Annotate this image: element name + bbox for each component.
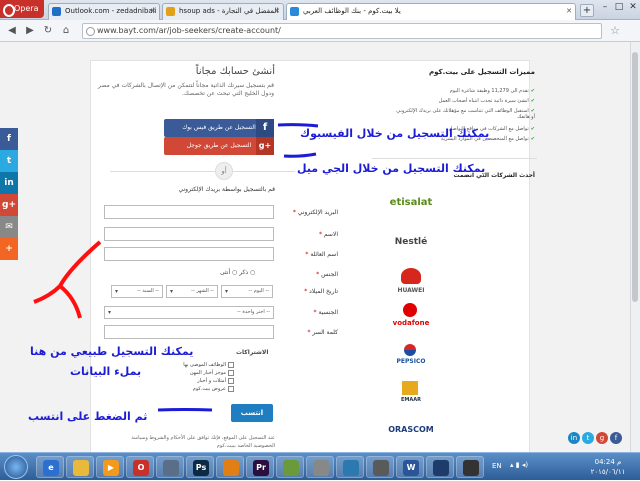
app-icon xyxy=(463,460,479,476)
word-icon: W xyxy=(403,460,419,476)
windows-taskbar: e ▶ O Ps Pr W EN ▴ ▮ ◂) 04:24 م ٢٠١٥/٠٦/… xyxy=(0,452,640,480)
annotation-facebook: يمكنك التسجيل من خلال الفيسبوك xyxy=(300,127,490,140)
tray-icons[interactable]: ▴ ▮ ◂) xyxy=(510,461,528,469)
taskbar-premiere[interactable]: Pr xyxy=(246,456,274,478)
taskbar-explorer[interactable] xyxy=(66,456,94,478)
media-player-icon: ▶ xyxy=(103,460,119,476)
premiere-icon: Pr xyxy=(253,460,269,476)
taskbar-app5[interactable] xyxy=(426,456,454,478)
taskbar-chat[interactable] xyxy=(306,456,334,478)
app-icon xyxy=(433,460,449,476)
clock[interactable]: 04:24 م ٢٠١٥/٠٦/١١ xyxy=(588,457,628,477)
annotation-strokes xyxy=(33,123,319,412)
taskbar-app3[interactable] xyxy=(336,456,364,478)
taskbar-media[interactable]: ▶ xyxy=(96,456,124,478)
taskbar-app4[interactable] xyxy=(366,456,394,478)
taskbar-ie[interactable]: e xyxy=(36,456,64,478)
annotation-gmail: يمكنك التسجيل من خلال الجي ميل xyxy=(297,162,486,175)
taskbar-vlc[interactable] xyxy=(216,456,244,478)
taskbar-app6[interactable] xyxy=(456,456,484,478)
app-icon xyxy=(343,460,359,476)
annotation-submit: ثم الضغط على انتسب xyxy=(28,410,148,423)
app-icon xyxy=(373,460,389,476)
taskbar-app[interactable] xyxy=(156,456,184,478)
date: ٢٠١٥/٠٦/١١ xyxy=(590,468,626,476)
folder-icon xyxy=(73,460,89,476)
taskbar-word[interactable]: W xyxy=(396,456,424,478)
taskbar-opera[interactable]: O xyxy=(126,456,154,478)
system-tray: EN ▴ ▮ ◂) 04:24 م ٢٠١٥/٠٦/١١ xyxy=(488,453,640,481)
taskbar-photoshop[interactable]: Ps xyxy=(186,456,214,478)
photoshop-icon: Ps xyxy=(193,460,209,476)
app-icon xyxy=(283,460,299,476)
opera-icon: O xyxy=(133,460,149,476)
annotation-fill2: بملء البيانات xyxy=(70,365,142,378)
internet-explorer-icon: e xyxy=(43,460,59,476)
scrollbar-thumb[interactable] xyxy=(632,52,638,302)
taskbar-app2[interactable] xyxy=(276,456,304,478)
time: 04:24 م xyxy=(594,458,622,466)
annotation-fill: يمكنك التسجيل طبيعي من هنا xyxy=(30,345,194,358)
language-indicator[interactable]: EN xyxy=(492,462,502,470)
app-icon xyxy=(163,460,179,476)
chat-icon xyxy=(313,460,329,476)
start-button[interactable] xyxy=(4,455,28,479)
vlc-icon xyxy=(223,460,239,476)
